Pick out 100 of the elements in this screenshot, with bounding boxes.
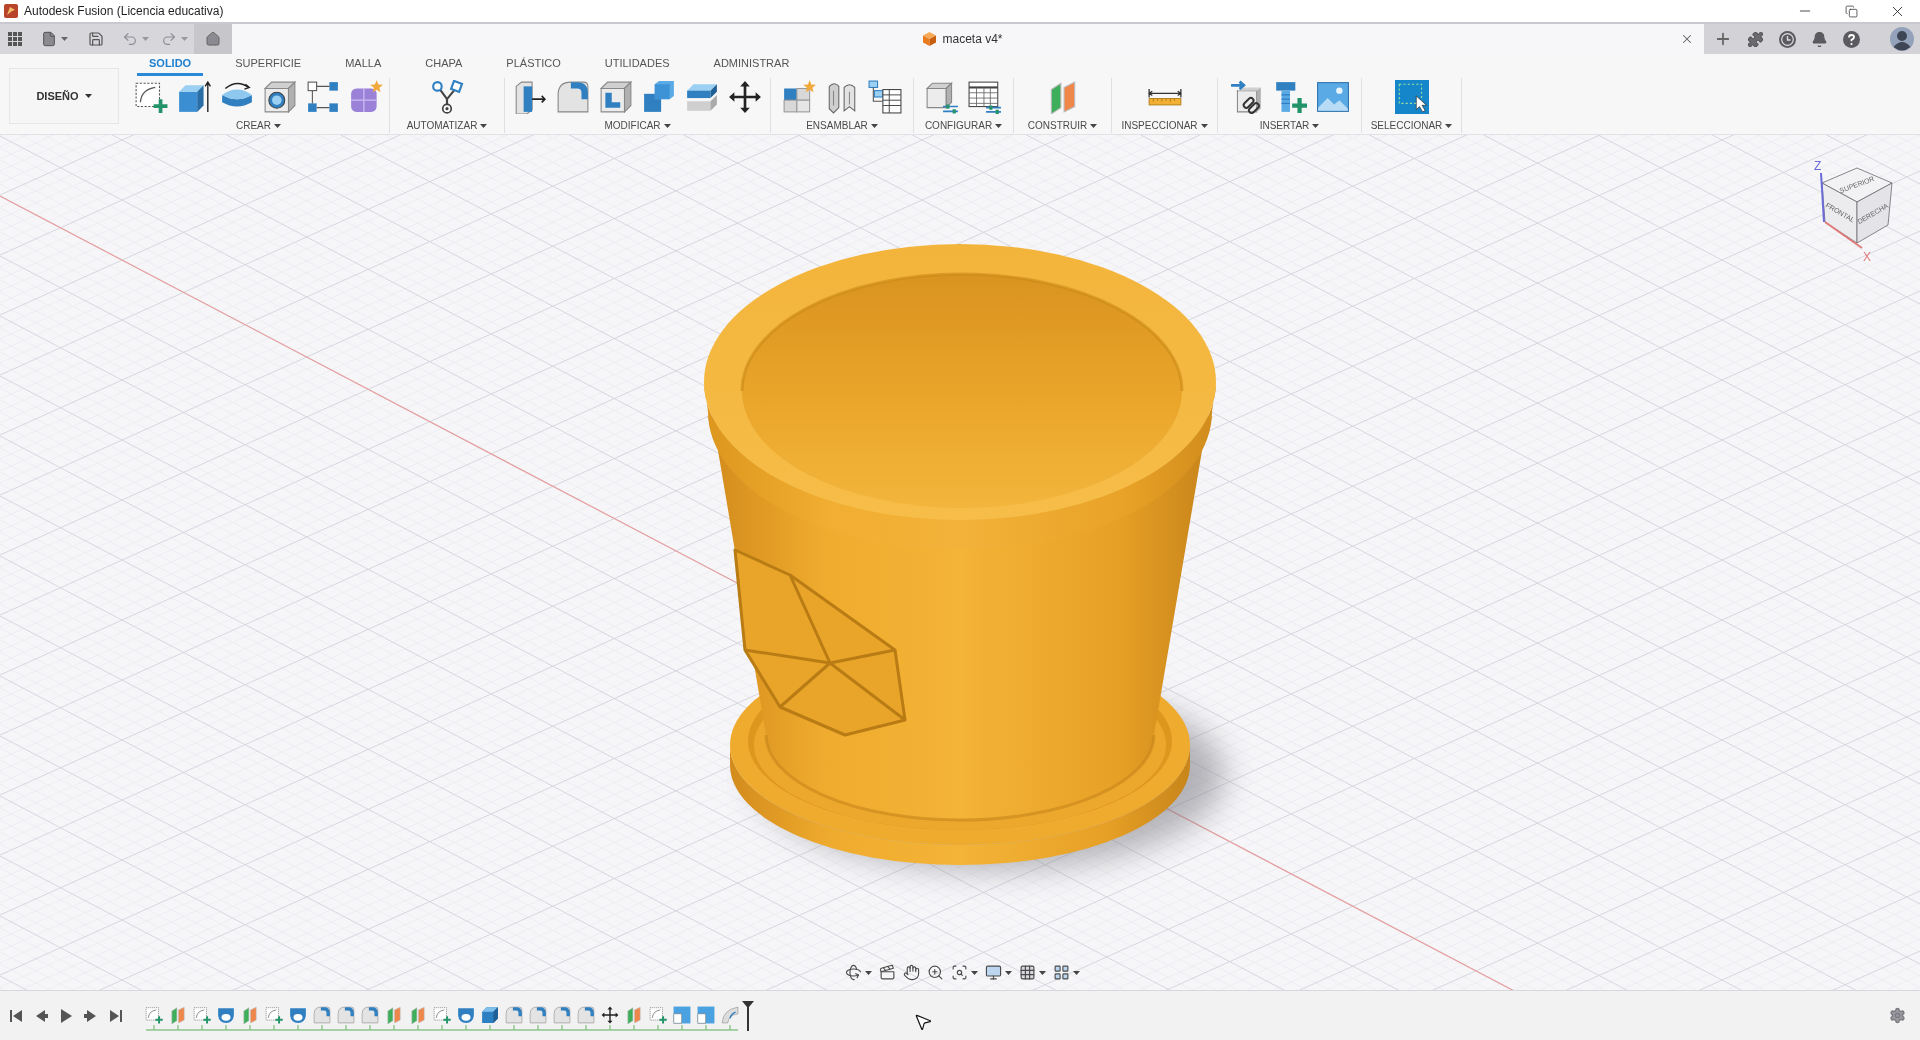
dashed-square-plus-icon[interactable]: [265, 1006, 283, 1024]
ribbon-tab[interactable]: ADMINISTRAR: [701, 54, 802, 76]
four-panes-icon[interactable]: [1053, 964, 1070, 981]
home-button[interactable]: [194, 24, 232, 54]
two-planes-icon[interactable]: [385, 1006, 403, 1024]
skip-to-start-icon[interactable]: [9, 1008, 23, 1023]
bowl-icon[interactable]: [289, 1006, 307, 1024]
group-menu-button[interactable]: AUTOMATIZAR: [406, 118, 488, 133]
z-axis-line: [1820, 172, 1825, 223]
restore-icon[interactable]: [1844, 4, 1858, 18]
hollow-cube-icon[interactable]: [599, 80, 633, 114]
clock-icon[interactable]: [1779, 30, 1796, 48]
axis-label: Z: [1814, 159, 1822, 173]
rounded-block-icon[interactable]: [505, 1006, 523, 1024]
ribbon-tab[interactable]: SOLIDO: [137, 54, 204, 76]
hand-icon[interactable]: [903, 964, 920, 981]
square-inset-icon[interactable]: [673, 1006, 691, 1024]
group-menu-button[interactable]: CONFIGURAR: [924, 118, 1003, 133]
cube-circle-icon[interactable]: [263, 80, 297, 114]
help-icon[interactable]: [1843, 30, 1860, 48]
play-icon[interactable]: [59, 1008, 73, 1023]
workspace-dropdown[interactable]: DISEÑO: [9, 68, 119, 124]
node-graph-icon[interactable]: [430, 80, 464, 114]
dashed-square-plus-icon[interactable]: [649, 1006, 667, 1024]
ruler-icon[interactable]: [1147, 88, 1182, 106]
bowl-icon[interactable]: [217, 1006, 235, 1024]
clapperboard-icon[interactable]: [879, 964, 896, 981]
ribbon-tab[interactable]: SUPERFICIE: [223, 54, 314, 76]
skip-to-end-icon[interactable]: [109, 1008, 123, 1023]
magnifier-plus-icon[interactable]: [927, 964, 944, 981]
gear-icon[interactable]: [1889, 1007, 1906, 1024]
group-menu-button[interactable]: SELECCIONAR: [1370, 118, 1453, 133]
dashed-square-plus-icon[interactable]: [433, 1006, 451, 1024]
step-forward-icon[interactable]: [84, 1008, 98, 1023]
rounded-block-icon[interactable]: [361, 1006, 379, 1024]
rounded-block-icon[interactable]: [313, 1006, 331, 1024]
caret-icon: [1005, 970, 1012, 975]
group-menu-button[interactable]: INSERTAR: [1259, 118, 1320, 133]
overlapping-cubes-icon[interactable]: [642, 80, 676, 114]
cube-link-icon[interactable]: [1229, 80, 1264, 114]
rounded-block-icon[interactable]: [553, 1006, 571, 1024]
caret-icon: [1445, 123, 1453, 128]
dashed-square-plus-icon[interactable]: [193, 1006, 211, 1024]
rounded-block-icon[interactable]: [337, 1006, 355, 1024]
cubes-star-icon[interactable]: [782, 80, 816, 114]
caret-icon: [1039, 970, 1046, 975]
caret-icon: [1073, 970, 1080, 975]
monitor-icon[interactable]: [985, 964, 1002, 981]
square-pattern-icon[interactable]: [306, 80, 340, 114]
caret-icon: [870, 123, 878, 128]
caret-icon: [84, 94, 92, 98]
ribbon-tab[interactable]: UTILIDADES: [592, 54, 682, 76]
dashed-square-plus-icon[interactable]: [134, 80, 168, 114]
two-planes-icon[interactable]: [169, 1006, 187, 1024]
two-planes-icon[interactable]: [625, 1006, 643, 1024]
move-arrows-icon[interactable]: [728, 80, 762, 114]
ribbon-tab[interactable]: CHAPA: [413, 54, 475, 76]
dashed-square-plus-icon[interactable]: [145, 1006, 163, 1024]
caret-icon: [995, 123, 1003, 128]
square-inset-icon[interactable]: [697, 1006, 715, 1024]
cube-icon[interactable]: [481, 1006, 499, 1024]
axis-label: X: [1863, 250, 1871, 264]
table-sliders-icon[interactable]: [968, 80, 1002, 114]
tree-table-icon[interactable]: [868, 80, 902, 114]
document-icon[interactable]: [41, 31, 57, 47]
playhead-marker[interactable]: [741, 1000, 755, 1031]
grid-icon[interactable]: [1019, 964, 1036, 981]
step-back-icon[interactable]: [34, 1008, 48, 1023]
ribbon-tab[interactable]: PLÁSTICO: [494, 54, 573, 76]
move-arrows-icon[interactable]: [601, 1006, 619, 1024]
orbit-icon[interactable]: [845, 964, 862, 981]
magnifier-frame-icon[interactable]: [951, 964, 968, 981]
two-planes-icon[interactable]: [241, 1006, 259, 1024]
bell-icon[interactable]: [1811, 30, 1828, 48]
close-icon[interactable]: [1680, 32, 1694, 46]
app-grid-icon[interactable]: [8, 32, 22, 46]
caret-icon: [1312, 123, 1320, 128]
group-menu-button[interactable]: INSPECCIONAR: [1121, 118, 1208, 133]
block-arrow-icon[interactable]: [513, 80, 547, 114]
landscape-picture-icon[interactable]: [1315, 80, 1350, 114]
document-tab-title[interactable]: maceta v4*: [942, 30, 1003, 48]
selection-cursor-icon[interactable]: [1394, 80, 1429, 114]
plus-icon[interactable]: [1714, 30, 1732, 48]
two-planes-icon[interactable]: [409, 1006, 427, 1024]
avatar-icon[interactable]: [1890, 27, 1914, 51]
bowl-icon[interactable]: [457, 1006, 475, 1024]
group-menu-button[interactable]: CREAR: [236, 118, 281, 133]
rounded-block-icon[interactable]: [577, 1006, 595, 1024]
app-logo-icon: [4, 4, 18, 18]
ribbon-tab[interactable]: MALLA: [333, 54, 394, 76]
box-arrow-up-icon[interactable]: [177, 80, 211, 114]
rounded-block-icon[interactable]: [556, 80, 590, 114]
caret-icon: [61, 37, 68, 41]
group-menu-button[interactable]: ENSAMBLAR: [806, 118, 878, 133]
cube-star-icon[interactable]: [349, 80, 383, 114]
group-menu-button[interactable]: CONSTRUIR: [1027, 118, 1098, 133]
group-menu-button[interactable]: MODIFICAR: [604, 118, 671, 133]
puzzle-icon[interactable]: [1747, 30, 1764, 48]
rounded-block-icon[interactable]: [529, 1006, 547, 1024]
cube-sliders-icon[interactable]: [925, 80, 959, 114]
